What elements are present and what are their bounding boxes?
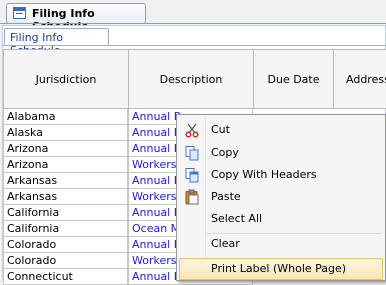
copy-icon [185, 146, 199, 161]
window-tab[interactable]: Filing Info Schedule [6, 3, 146, 33]
cell-jurisdiction[interactable]: California [3, 221, 128, 237]
menu-item-clear[interactable]: Clear [179, 233, 383, 255]
table-icon [13, 7, 26, 19]
menu-item-label: Copy With Headers [211, 168, 317, 181]
tab-strip-divider [0, 23, 386, 24]
column-header-label: Address [346, 72, 386, 86]
copy-with-headers-icon [185, 168, 199, 183]
subtab-filing-info-schedule[interactable]: Filing Info Schedule [4, 28, 109, 57]
menu-item-paste[interactable]: Paste [179, 186, 383, 208]
cell-jurisdiction[interactable]: Arkansas [3, 173, 128, 189]
paste-icon [185, 189, 199, 205]
cell-jurisdiction[interactable]: Connecticut [3, 269, 128, 285]
cell-jurisdiction[interactable]: Arkansas [3, 189, 128, 205]
cell-jurisdiction[interactable]: Arizona [3, 157, 128, 173]
cell-jurisdiction[interactable]: Colorado [3, 237, 128, 253]
subtab-divider [2, 45, 386, 46]
scissors-icon [185, 123, 199, 138]
column-header-label: Description [159, 72, 223, 86]
column-header-address[interactable]: Address [333, 49, 386, 109]
cell-jurisdiction[interactable]: California [3, 205, 128, 221]
menu-item-label: Paste [211, 190, 241, 203]
menu-item-copy-with-headers[interactable]: Copy With Headers [179, 164, 383, 186]
cell-jurisdiction[interactable]: Arizona [3, 141, 128, 157]
menu-item-select-all[interactable]: Select All [179, 208, 383, 230]
menu-item-copy[interactable]: Copy [179, 142, 383, 164]
column-header-label: Jurisdiction [35, 72, 97, 86]
menu-item-label: Copy [211, 146, 239, 159]
menu-item-cut[interactable]: Cut [179, 119, 383, 141]
column-header-label: Due Date [267, 72, 320, 86]
menu-item-label: Print Label (Whole Page) [211, 262, 347, 275]
menu-item-print-label[interactable]: Print Label (Whole Page) [179, 258, 383, 280]
menu-item-label: Cut [211, 123, 230, 136]
column-header-description[interactable]: Description [128, 49, 254, 109]
cell-jurisdiction[interactable]: Alabama [3, 109, 128, 125]
menu-item-label: Clear [211, 237, 240, 250]
cell-jurisdiction[interactable]: Colorado [3, 253, 128, 269]
cell-jurisdiction[interactable]: Alaska [3, 125, 128, 141]
context-menu: Cut Copy Copy With Headers Paste Select … [176, 114, 386, 281]
column-header-jurisdiction[interactable]: Jurisdiction [3, 49, 129, 109]
column-header-due-date[interactable]: Due Date [253, 49, 334, 109]
menu-item-label: Select All [211, 212, 263, 225]
